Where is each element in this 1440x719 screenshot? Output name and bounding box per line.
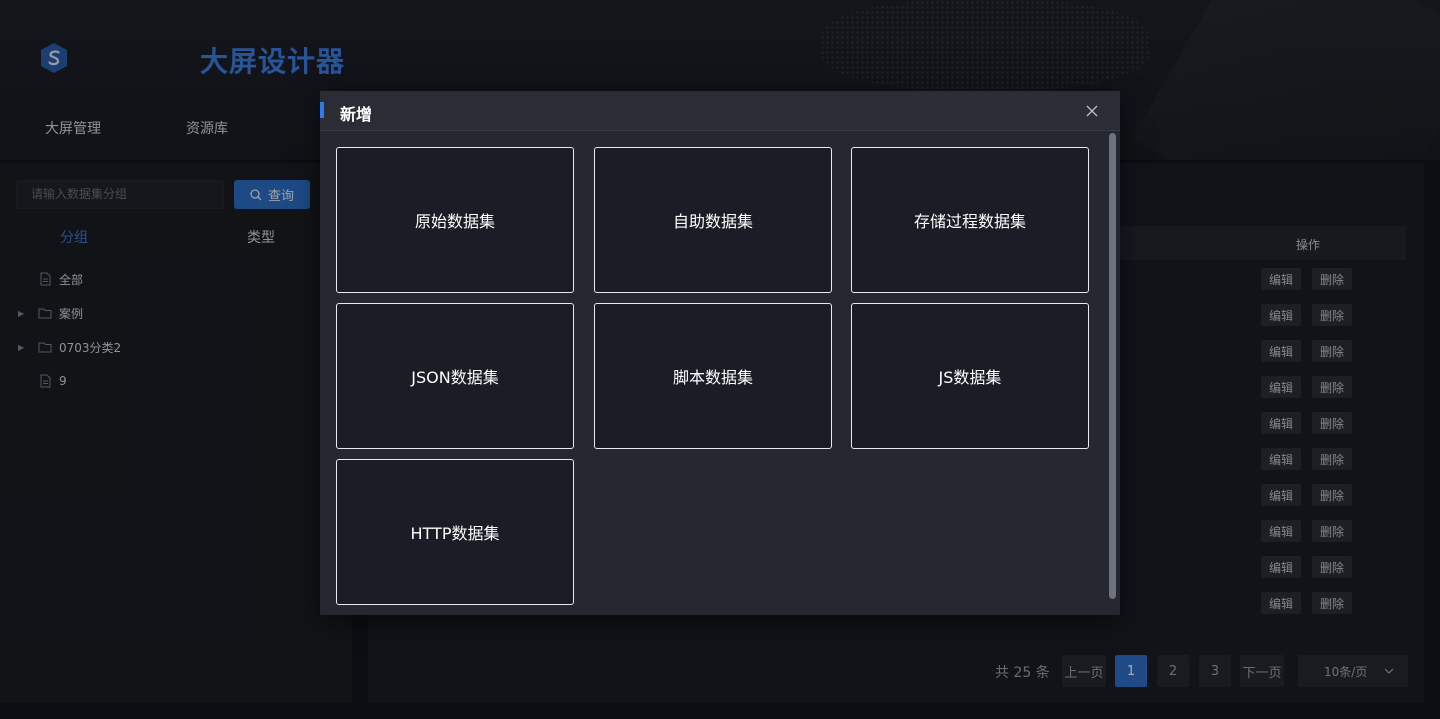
card-stored-procedure-dataset[interactable]: 存储过程数据集 xyxy=(851,147,1089,293)
close-icon xyxy=(1086,105,1098,117)
close-button[interactable] xyxy=(1082,101,1102,121)
card-self-service-dataset[interactable]: 自助数据集 xyxy=(594,147,832,293)
modal-title-accent-bar xyxy=(320,102,324,118)
card-label: 原始数据集 xyxy=(414,212,495,231)
modal-scrollbar-thumb[interactable] xyxy=(1109,133,1116,599)
card-js-dataset[interactable]: JS数据集 xyxy=(851,303,1089,449)
card-raw-dataset[interactable]: 原始数据集 xyxy=(336,147,574,293)
modal-header: 新增 xyxy=(320,91,1120,131)
card-label: 脚本数据集 xyxy=(672,368,753,387)
modal-title: 新增 xyxy=(340,105,373,124)
card-label: 自助数据集 xyxy=(672,212,753,231)
card-http-dataset[interactable]: HTTP数据集 xyxy=(336,459,574,605)
add-dataset-modal: 新增 原始数据集 自助数据集 存储过程数据集 JSON数据集 脚本数据集 JS数… xyxy=(320,91,1120,615)
card-label: 存储过程数据集 xyxy=(913,212,1026,231)
card-label: HTTP数据集 xyxy=(410,524,500,543)
card-label: JSON数据集 xyxy=(411,368,499,387)
card-json-dataset[interactable]: JSON数据集 xyxy=(336,303,574,449)
card-label: JS数据集 xyxy=(938,368,1002,387)
card-script-dataset[interactable]: 脚本数据集 xyxy=(594,303,832,449)
